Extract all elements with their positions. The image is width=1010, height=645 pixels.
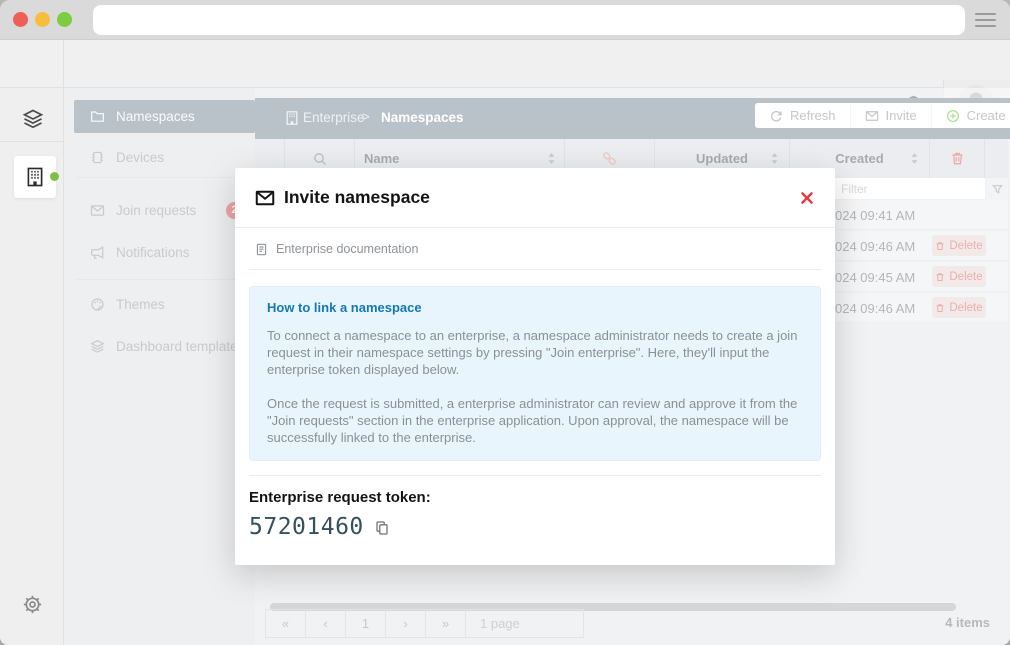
info-paragraph: Once the request is submitted, a enterpr…	[267, 395, 803, 446]
modal-body: Enterprise documentation How to link a n…	[235, 228, 835, 540]
rail-enterprise-app-button[interactable]	[14, 156, 56, 198]
close-icon	[799, 190, 819, 206]
divider	[63, 40, 64, 88]
invite-namespace-modal: Invite namespace Enterprise documentatio…	[235, 168, 835, 565]
enterprise-request-token: 57201460	[249, 514, 364, 540]
info-box: How to link a namespace To connect a nam…	[249, 286, 821, 461]
info-paragraph: To connect a namespace to an enterprise,…	[267, 327, 803, 378]
rail-namespaces-app-button[interactable]	[22, 108, 44, 130]
close-window-button[interactable]	[13, 12, 28, 27]
modal-header: Invite namespace	[235, 168, 835, 228]
settings-button[interactable]	[22, 593, 44, 615]
divider	[249, 269, 821, 270]
token-row: 57201460	[249, 514, 821, 540]
doc-link-label: Enterprise documentation	[276, 242, 418, 256]
minimize-window-button[interactable]	[35, 12, 50, 27]
envelope-icon	[255, 188, 275, 208]
info-box-title: How to link a namespace	[267, 300, 803, 315]
enterprise-documentation-link[interactable]: Enterprise documentation	[249, 228, 821, 269]
browser-menu-icon[interactable]	[975, 13, 996, 27]
browser-titlebar	[0, 0, 1010, 40]
browser-window: Embion B.V.	[0, 0, 1010, 645]
gear-icon	[22, 594, 44, 615]
token-label: Enterprise request token:	[249, 489, 821, 506]
divider	[249, 475, 821, 476]
copy-token-button[interactable]	[374, 520, 390, 536]
modal-title: Invite namespace	[284, 187, 430, 208]
app-rail	[0, 88, 64, 645]
stack-icon	[22, 108, 44, 130]
app-header: Embion B.V.	[0, 40, 1010, 88]
document-icon	[255, 243, 268, 256]
divider	[0, 141, 63, 142]
modal-close-button[interactable]	[799, 188, 819, 208]
copy-icon	[374, 520, 390, 536]
zoom-window-button[interactable]	[57, 12, 72, 27]
browser-address-bar[interactable]	[93, 5, 965, 35]
online-status-dot	[50, 172, 59, 181]
